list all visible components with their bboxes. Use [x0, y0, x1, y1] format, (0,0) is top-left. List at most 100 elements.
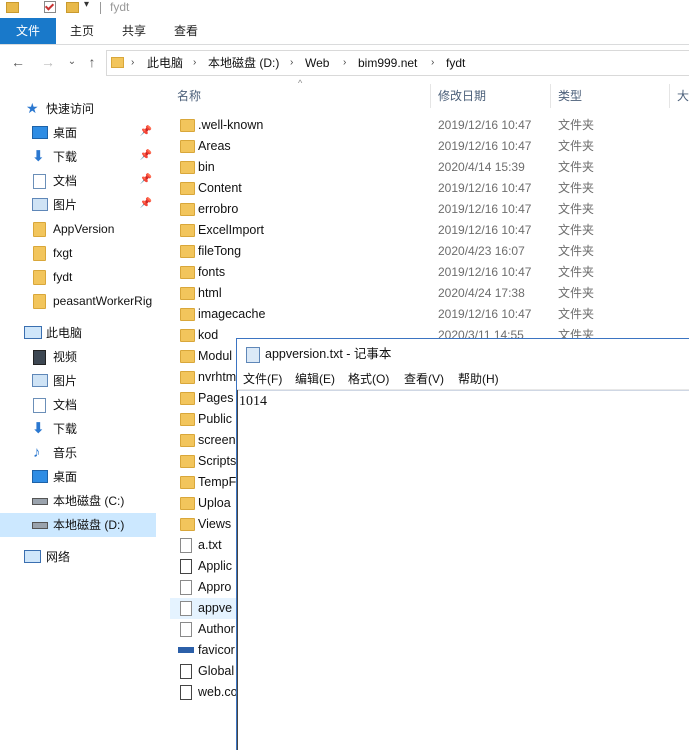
address-bar[interactable]: › 此电脑 › 本地磁盘 (D:) › Web › bim999.net › f… [106, 50, 689, 76]
file-name: Content [198, 181, 242, 195]
chevron-down-icon[interactable]: ▾ [84, 0, 89, 13]
nav-item-documents[interactable]: 文档 📌 [0, 169, 156, 193]
file-type: 文件夹 [558, 244, 595, 258]
file-name: Areas [198, 139, 231, 153]
notepad-title-bar[interactable]: appversion.txt - 记事本 [237, 339, 689, 369]
menu-file[interactable]: 文件(F) [243, 369, 282, 389]
file-row[interactable]: errobro 2019/12/16 10:47 文件夹 [170, 199, 689, 220]
file-name: appve [198, 601, 233, 615]
nav-label: 桌面 [53, 126, 78, 140]
nav-item-desktop-pc[interactable]: 桌面 [0, 465, 156, 489]
up-icon[interactable]: ↑ [82, 52, 102, 72]
tab-file[interactable]: 文件 [0, 18, 56, 44]
column-divider[interactable] [550, 84, 551, 108]
title-bar: ▾ fydt [0, 0, 689, 18]
folder-icon [180, 413, 195, 426]
notepad-content[interactable]: 1014 [239, 394, 267, 410]
chevron-right-icon[interactable]: › [131, 51, 134, 75]
folder-icon [180, 392, 195, 405]
chevron-right-icon[interactable]: › [343, 51, 346, 75]
nav-item-drive-c[interactable]: 本地磁盘 (C:) [0, 489, 156, 513]
chevron-right-icon[interactable]: › [431, 51, 434, 75]
file-type: 文件夹 [558, 223, 595, 237]
pictures-icon [32, 198, 48, 211]
recent-locations-icon[interactable]: ⌄ [62, 52, 82, 72]
nav-item-fxgt[interactable]: fxgt [0, 241, 156, 265]
nav-item-appversion[interactable]: AppVersion [0, 217, 156, 241]
pin-icon: 📌 [139, 198, 152, 209]
folder-icon [180, 140, 195, 153]
nav-item-videos[interactable]: 视频 [0, 345, 156, 369]
file-name: Author [198, 622, 235, 636]
tab-view[interactable]: 查看 [164, 18, 208, 44]
nav-label: 桌面 [53, 470, 78, 484]
new-folder-icon[interactable] [66, 2, 79, 13]
file-name: Scripts [198, 454, 237, 468]
nav-item-music[interactable]: ♪ 音乐 [0, 441, 156, 465]
menu-format[interactable]: 格式(O) [348, 369, 389, 389]
network-icon [24, 550, 41, 563]
tab-share[interactable]: 共享 [112, 18, 156, 44]
folder-icon [180, 350, 195, 363]
file-row[interactable]: fileTong 2020/4/23 16:07 文件夹 [170, 241, 689, 262]
menu-edit[interactable]: 编辑(E) [295, 369, 335, 389]
folder-icon [180, 161, 195, 174]
properties-icon[interactable] [44, 1, 56, 13]
text-cursor [237, 390, 238, 750]
nav-quick-access[interactable]: ★ 快速访问 [0, 97, 156, 121]
breadcrumb-drive-d[interactable]: 本地磁盘 (D:) [208, 51, 279, 75]
file-date: 2019/12/16 10:47 [438, 307, 532, 321]
notepad-window: appversion.txt - 记事本 文件(F) 编辑(E) 格式(O) 查… [236, 338, 689, 750]
nav-this-pc[interactable]: 此电脑 [0, 321, 156, 345]
file-row[interactable]: Content 2019/12/16 10:47 文件夹 [170, 178, 689, 199]
file-row[interactable]: html 2020/4/24 17:38 文件夹 [170, 283, 689, 304]
folder-icon [180, 455, 195, 468]
nav-network[interactable]: 网络 [0, 545, 156, 569]
breadcrumb-fydt[interactable]: fydt [446, 51, 465, 75]
download-icon: ⬇ [32, 148, 45, 165]
navigation-pane: ★ 快速访问 桌面 📌 ⬇ 下载 📌 文档 📌 图片 📌 AppVersion … [0, 84, 156, 749]
file-name: a.txt [198, 538, 222, 552]
column-name[interactable]: 名称 [177, 84, 201, 108]
nav-label: 本地磁盘 (C:) [53, 494, 125, 508]
nav-item-downloads[interactable]: ⬇ 下载 📌 [0, 145, 156, 169]
nav-item-fydt[interactable]: fydt [0, 265, 156, 289]
nav-item-desktop[interactable]: 桌面 📌 [0, 121, 156, 145]
file-type: 文件夹 [558, 265, 595, 279]
file-date: 2019/12/16 10:47 [438, 223, 532, 237]
back-icon[interactable]: ← [8, 52, 28, 72]
column-size[interactable]: 大 [677, 84, 689, 108]
forward-icon[interactable]: → [38, 52, 58, 72]
file-row[interactable]: ExcelImport 2019/12/16 10:47 文件夹 [170, 220, 689, 241]
breadcrumb-bim999[interactable]: bim999.net [358, 51, 417, 75]
file-date: 2020/4/24 17:38 [438, 286, 525, 300]
nav-item-documents-pc[interactable]: 文档 [0, 393, 156, 417]
breadcrumb-web[interactable]: Web [305, 51, 329, 75]
column-type[interactable]: 类型 [558, 84, 582, 108]
column-divider[interactable] [669, 84, 670, 108]
file-row[interactable]: bin 2020/4/14 15:39 文件夹 [170, 157, 689, 178]
pin-icon: 📌 [139, 174, 152, 185]
column-date[interactable]: 修改日期 [438, 84, 486, 108]
nav-item-downloads-pc[interactable]: ⬇ 下载 [0, 417, 156, 441]
chevron-right-icon[interactable]: › [193, 51, 196, 75]
file-date: 2019/12/16 10:47 [438, 181, 532, 195]
nav-item-pictures-pc[interactable]: 图片 [0, 369, 156, 393]
file-row[interactable]: .well-known 2019/12/16 10:47 文件夹 [170, 115, 689, 136]
breadcrumb-this-pc[interactable]: 此电脑 [147, 51, 183, 75]
chevron-right-icon[interactable]: › [290, 51, 293, 75]
nav-item-pictures[interactable]: 图片 📌 [0, 193, 156, 217]
notepad-text-area[interactable]: 1014 [237, 390, 689, 751]
menu-help[interactable]: 帮助(H) [458, 369, 499, 389]
file-row[interactable]: Areas 2019/12/16 10:47 文件夹 [170, 136, 689, 157]
file-row[interactable]: imagecache 2019/12/16 10:47 文件夹 [170, 304, 689, 325]
file-row[interactable]: fonts 2019/12/16 10:47 文件夹 [170, 262, 689, 283]
nav-label: 此电脑 [46, 326, 83, 340]
nav-item-peasantworker[interactable]: peasantWorkerRig [0, 289, 156, 313]
file-icon [180, 580, 192, 595]
nav-item-drive-d[interactable]: 本地磁盘 (D:) [0, 513, 156, 537]
column-divider[interactable] [430, 84, 431, 108]
menu-view[interactable]: 查看(V) [404, 369, 444, 389]
tab-home[interactable]: 主页 [60, 18, 104, 44]
file-name: nvrhtm [198, 370, 237, 384]
